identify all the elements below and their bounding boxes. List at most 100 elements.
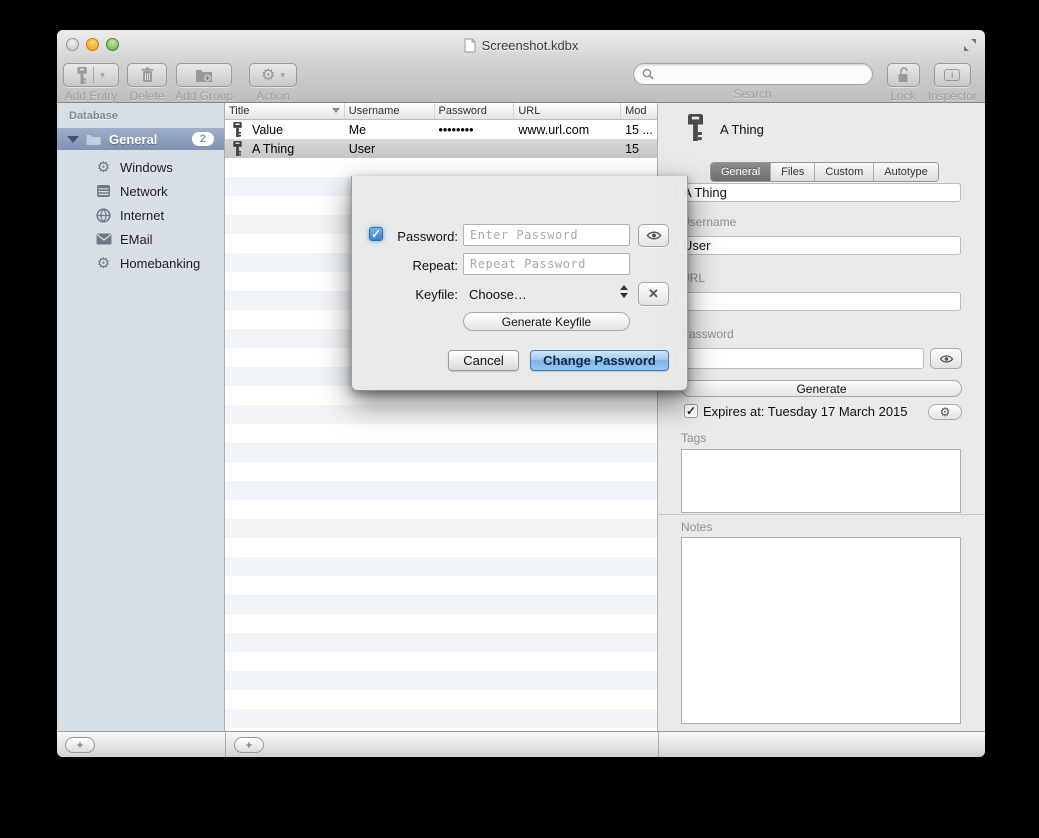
change-password-dialog: ✓ Password: Repeat: Keyfile: Choose… ✕ G…	[351, 176, 688, 391]
entry-username: User	[345, 142, 435, 156]
generate-keyfile-button[interactable]: Generate Keyfile	[463, 312, 630, 331]
search-input[interactable]	[658, 67, 864, 81]
add-entry-label: Add Entry	[65, 89, 118, 103]
trash-icon	[141, 67, 154, 83]
key-icon	[688, 111, 703, 144]
table-header: Title Username Password URL Mod	[225, 103, 657, 120]
tags-label: Tags	[681, 431, 706, 445]
inspector-button[interactable]: i	[934, 63, 971, 87]
toolbar-lock: Lock	[887, 63, 920, 103]
entry-url: www.url.com	[514, 123, 621, 137]
inspector-label: Inspector	[928, 89, 977, 103]
chevron-down-icon[interactable]: ▾	[100, 70, 105, 81]
title-field[interactable]	[676, 183, 961, 202]
sidebar-item-label: Network	[120, 184, 168, 199]
tab-files[interactable]: Files	[770, 163, 814, 181]
tab-general[interactable]: General	[711, 163, 770, 181]
action-button[interactable]: ⚙ ▾	[249, 63, 297, 87]
notes-input[interactable]	[681, 537, 961, 724]
sidebar-item-email[interactable]: EMail	[57, 227, 224, 251]
add-entry-button[interactable]: ▾	[63, 63, 119, 87]
keyfile-clear-button[interactable]: ✕	[638, 282, 669, 306]
toolbar: ▾ Add Entry Delete	[57, 60, 985, 103]
tab-custom[interactable]: Custom	[814, 163, 873, 181]
change-password-button[interactable]: Change Password	[530, 350, 669, 371]
sidebar-group-general[interactable]: General 2	[57, 128, 224, 150]
sidebar-header: Database	[69, 110, 118, 122]
dialog-password-input[interactable]	[463, 224, 630, 246]
username-label: Username	[681, 215, 736, 229]
document-icon	[464, 38, 476, 53]
table-row-selected[interactable]: A Thing User 15	[225, 139, 657, 158]
generate-password-button[interactable]: Generate	[681, 380, 962, 397]
password-field[interactable]	[676, 348, 924, 369]
gear-icon: ⚙	[95, 160, 112, 175]
sidebar-items: ⚙ Windows Network Internet	[57, 155, 224, 275]
table-row[interactable]: Value Me •••••••• www.url.com 15 ...	[225, 120, 657, 139]
window-title: Screenshot.kdbx	[482, 38, 579, 53]
bottom-bar-divider	[225, 732, 226, 757]
search-field[interactable]	[633, 63, 873, 85]
fullscreen-icon[interactable]	[963, 38, 977, 52]
tab-autotype[interactable]: Autotype	[873, 163, 937, 181]
toolbar-add-group: Add Group	[175, 63, 233, 103]
open-padlock-icon	[897, 67, 910, 83]
content-area: Database General 2 ⚙ Windows Netw	[57, 103, 985, 731]
keyfile-popup[interactable]: Choose…	[469, 287, 527, 302]
key-icon	[233, 122, 242, 137]
column-header-title[interactable]: Title	[225, 103, 345, 119]
dialog-repeat-label: Repeat:	[352, 258, 458, 273]
reveal-password-button[interactable]	[930, 348, 962, 369]
notes-label: Notes	[681, 520, 712, 534]
title-bar: Screenshot.kdbx	[57, 30, 985, 60]
username-field[interactable]	[676, 236, 961, 255]
chevron-down-icon[interactable]: ▾	[280, 70, 285, 81]
url-field[interactable]	[676, 292, 961, 311]
key-icon	[233, 141, 242, 156]
search-icon	[642, 68, 654, 80]
column-header-url[interactable]: URL	[514, 103, 621, 119]
inspector-entry-title: A Thing	[720, 122, 764, 137]
sidebar-item-internet[interactable]: Internet	[57, 203, 224, 227]
info-icon: i	[944, 69, 960, 81]
add-entry-plus-button[interactable]: +	[234, 737, 264, 753]
dialog-repeat-input[interactable]	[463, 253, 630, 275]
lock-label: Lock	[890, 89, 915, 103]
cancel-button[interactable]: Cancel	[448, 350, 519, 371]
entry-password: ••••••••	[435, 123, 515, 137]
sidebar-item-network[interactable]: Network	[57, 179, 224, 203]
dialog-reveal-password-button[interactable]	[638, 224, 669, 247]
sidebar-item-windows[interactable]: ⚙ Windows	[57, 155, 224, 179]
toolbar-delete: Delete	[127, 63, 167, 103]
gear-icon: ⚙	[95, 256, 112, 271]
sidebar-group-label: General	[109, 132, 157, 147]
sidebar-item-label: EMail	[120, 232, 153, 247]
tags-input[interactable]	[681, 449, 961, 513]
add-group-plus-button[interactable]: +	[65, 737, 95, 753]
toolbar-search: Search	[633, 63, 873, 101]
sidebar-item-homebanking[interactable]: ⚙ Homebanking	[57, 251, 224, 275]
search-label: Search	[734, 87, 772, 101]
expires-gear-button[interactable]: ⚙	[928, 404, 962, 420]
expires-checkbox[interactable]: ✓	[684, 404, 698, 418]
toolbar-inspector: i Inspector	[928, 63, 977, 103]
entry-title: Value	[252, 123, 283, 137]
entry-title: A Thing	[252, 142, 294, 156]
sidebar-item-label: Windows	[120, 160, 173, 175]
add-group-button[interactable]	[176, 63, 232, 87]
column-header-password[interactable]: Password	[435, 103, 515, 119]
delete-button[interactable]	[127, 63, 167, 87]
lock-button[interactable]	[887, 63, 920, 87]
column-header-modified[interactable]: Mod	[621, 103, 657, 119]
split-divider	[93, 67, 94, 83]
delete-label: Delete	[130, 89, 165, 103]
toolbar-action: ⚙ ▾ Action	[249, 63, 297, 103]
eye-icon	[646, 230, 662, 241]
entry-modified: 15 ...	[621, 123, 657, 137]
bottom-bar: + +	[57, 731, 985, 757]
disclosure-triangle-icon[interactable]	[67, 136, 79, 143]
globe-icon	[95, 208, 112, 223]
keyfile-stepper-icon[interactable]	[620, 285, 628, 298]
gear-icon: ⚙	[940, 406, 951, 418]
column-header-username[interactable]: Username	[345, 103, 435, 119]
